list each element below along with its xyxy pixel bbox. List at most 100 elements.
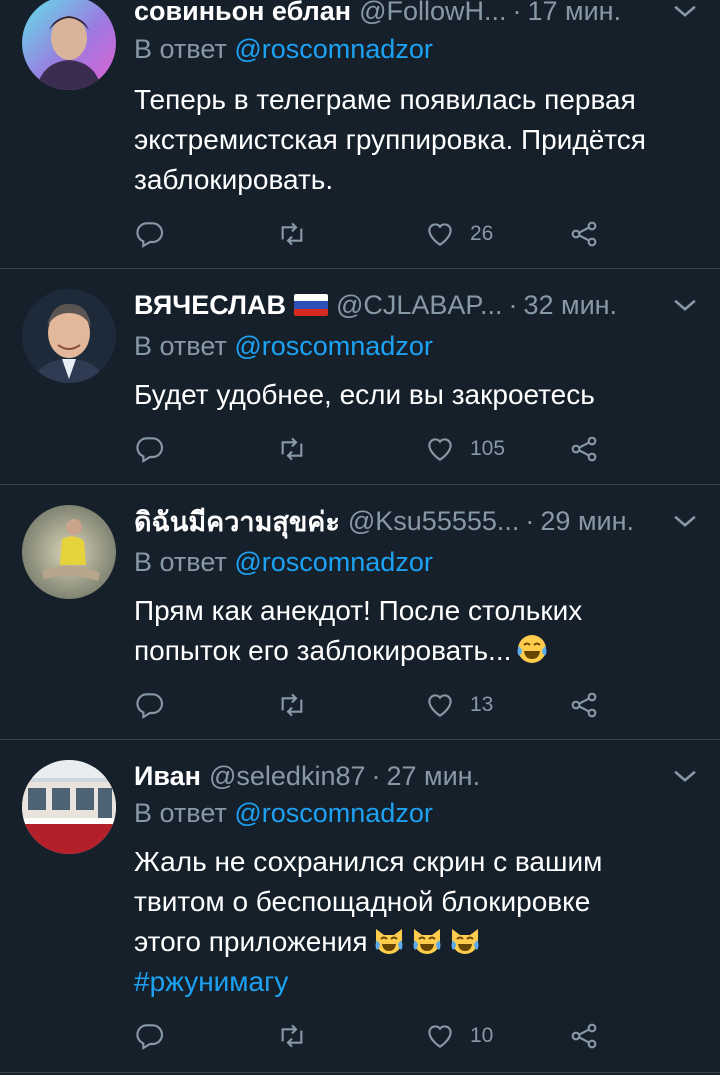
- separator-dot: ·: [371, 760, 381, 791]
- reply-button[interactable]: [134, 429, 166, 469]
- reply-mention[interactable]: @roscomnadzor: [234, 34, 432, 64]
- chevron-down-icon[interactable]: [668, 0, 702, 28]
- retweet-icon: [281, 1024, 303, 1048]
- avatar[interactable]: [22, 760, 116, 854]
- avatar[interactable]: [22, 0, 116, 90]
- reply-mention[interactable]: @roscomnadzor: [234, 798, 432, 828]
- user-handle[interactable]: @FollowH...: [359, 0, 506, 27]
- user-handle[interactable]: @CJLABAP...: [336, 290, 502, 321]
- tweet-text-line-wrap: попыток его заблокировать...: [134, 631, 704, 671]
- avatar-image: [22, 760, 116, 854]
- retweet-button[interactable]: [276, 1016, 308, 1056]
- timestamp[interactable]: 17 мин.: [528, 0, 622, 27]
- crying-cat-emoji-icon: [448, 923, 482, 957]
- timestamp[interactable]: 27 мин.: [387, 761, 481, 792]
- retweet-button[interactable]: [276, 214, 308, 254]
- russia-flag-icon: [293, 294, 328, 316]
- heart-icon: [428, 438, 452, 461]
- reply-prefix: В ответ: [134, 34, 227, 64]
- share-icon: [571, 436, 597, 462]
- retweet-icon: [281, 437, 303, 461]
- reply-context: В ответ @roscomnadzor: [134, 798, 433, 829]
- heart-icon: [428, 223, 452, 246]
- reply-mention[interactable]: @roscomnadzor: [234, 331, 432, 361]
- chevron-down-icon[interactable]: [668, 759, 702, 793]
- heart-icon: [428, 694, 452, 717]
- tweet-actions: 10: [134, 1016, 624, 1056]
- reply-button[interactable]: [134, 685, 166, 725]
- crying-cat-emoji-icon: [410, 923, 444, 957]
- avatar[interactable]: [22, 505, 116, 599]
- reply-icon: [136, 693, 164, 719]
- tweet[interactable]: совиньон еблан @FollowH... · 17 мин. В о…: [0, 0, 720, 268]
- crying-cat-emoji-icon: [372, 923, 406, 957]
- retweet-icon: [281, 693, 303, 717]
- like-count: 13: [470, 693, 494, 716]
- timestamp[interactable]: 29 мин.: [540, 506, 634, 537]
- like-button[interactable]: 105: [424, 429, 505, 469]
- retweet-button[interactable]: [276, 685, 308, 725]
- tweet-text: Жаль не сохранился скрин с вашим твитом …: [134, 842, 704, 1002]
- tweet-text: Будет удобнее, если вы закроетесь: [134, 375, 704, 415]
- tweet[interactable]: ВЯЧЕСЛАВ @CJLABAP... · 32 мин. В ответ @…: [0, 269, 720, 483]
- reply-icon: [136, 437, 164, 463]
- reply-prefix: В ответ: [134, 798, 227, 828]
- tweet-header: ВЯЧЕСЛАВ @CJLABAP... · 32 мин.: [134, 288, 702, 322]
- retweet-button[interactable]: [276, 429, 308, 469]
- timestamp[interactable]: 32 мин.: [523, 290, 617, 321]
- share-button[interactable]: [568, 1016, 600, 1056]
- tweet-text-line: твитом о беспощадной блокировке: [134, 886, 591, 917]
- reply-context: В ответ @roscomnadzor: [134, 34, 433, 65]
- tweet-text-line-wrap: этого приложения: [134, 922, 704, 962]
- separator-dot: ·: [508, 289, 518, 320]
- crying-laughing-emoji-icon: [515, 632, 549, 666]
- like-count: 105: [470, 437, 506, 460]
- reply-prefix: В ответ: [134, 547, 227, 577]
- heart-icon: [428, 1025, 452, 1048]
- reply-button[interactable]: [134, 1016, 166, 1056]
- like-button[interactable]: 13: [424, 685, 493, 725]
- tweet-text-line: Прям как анекдот! После стольких: [134, 595, 583, 626]
- reply-button[interactable]: [134, 214, 166, 254]
- tweet[interactable]: Иван @seledkin87 · 27 мин. В ответ @rosc…: [0, 740, 720, 1074]
- separator-dot: ·: [525, 505, 535, 536]
- like-button[interactable]: 26: [424, 214, 493, 254]
- share-icon: [571, 692, 597, 718]
- tweet[interactable]: ดิฉันมีความสุขค่ะ @Ksu55555... · 29 мин.…: [0, 485, 720, 739]
- tweet-text-line: попыток его заблокировать...: [134, 635, 512, 666]
- tweet-text-line: этого приложения: [134, 926, 368, 957]
- avatar[interactable]: [22, 289, 116, 383]
- chevron-down-icon[interactable]: [668, 504, 702, 538]
- share-button[interactable]: [568, 429, 600, 469]
- like-count: 26: [470, 222, 494, 245]
- reply-prefix: В ответ: [134, 331, 227, 361]
- reply-context: В ответ @roscomnadzor: [134, 331, 433, 362]
- reply-mention[interactable]: @roscomnadzor: [234, 547, 432, 577]
- user-handle[interactable]: @Ksu55555...: [348, 506, 520, 537]
- tweet-header: ดิฉันมีความสุขค่ะ @Ksu55555... · 29 мин.: [134, 504, 702, 538]
- avatar-image: [22, 0, 116, 90]
- tweet-divider: [0, 1072, 720, 1073]
- share-button[interactable]: [568, 214, 600, 254]
- display-name[interactable]: Иван: [134, 761, 201, 792]
- share-icon: [571, 1023, 597, 1049]
- display-name[interactable]: ВЯЧЕСЛАВ: [134, 290, 286, 321]
- tweet-text-line: Жаль не сохранился скрин с вашим: [134, 846, 603, 877]
- display-name[interactable]: ดิฉันมีความสุขค่ะ: [134, 500, 340, 543]
- share-button[interactable]: [568, 685, 600, 725]
- avatar-image: [22, 289, 116, 383]
- display-name[interactable]: совиньон еблан: [134, 0, 351, 27]
- avatar-image: [22, 505, 116, 599]
- tweet-text-line: заблокировать.: [134, 164, 334, 195]
- chevron-down-icon[interactable]: [668, 288, 702, 322]
- like-button[interactable]: 10: [424, 1016, 493, 1056]
- tweet-text-line: экстремистская группировка. Придётся: [134, 124, 646, 155]
- tweet-header: Иван @seledkin87 · 27 мин.: [134, 759, 702, 793]
- user-handle[interactable]: @seledkin87: [209, 761, 366, 792]
- hashtag-link[interactable]: #ржунимагу: [134, 962, 704, 1002]
- share-icon: [571, 221, 597, 247]
- tweet-text-line: Теперь в телеграме появилась первая: [134, 84, 636, 115]
- tweet-actions: 13: [134, 685, 624, 725]
- tweet-header: совиньон еблан @FollowH... · 17 мин.: [134, 0, 702, 28]
- tweet-text-line: Будет удобнее, если вы закроетесь: [134, 379, 595, 410]
